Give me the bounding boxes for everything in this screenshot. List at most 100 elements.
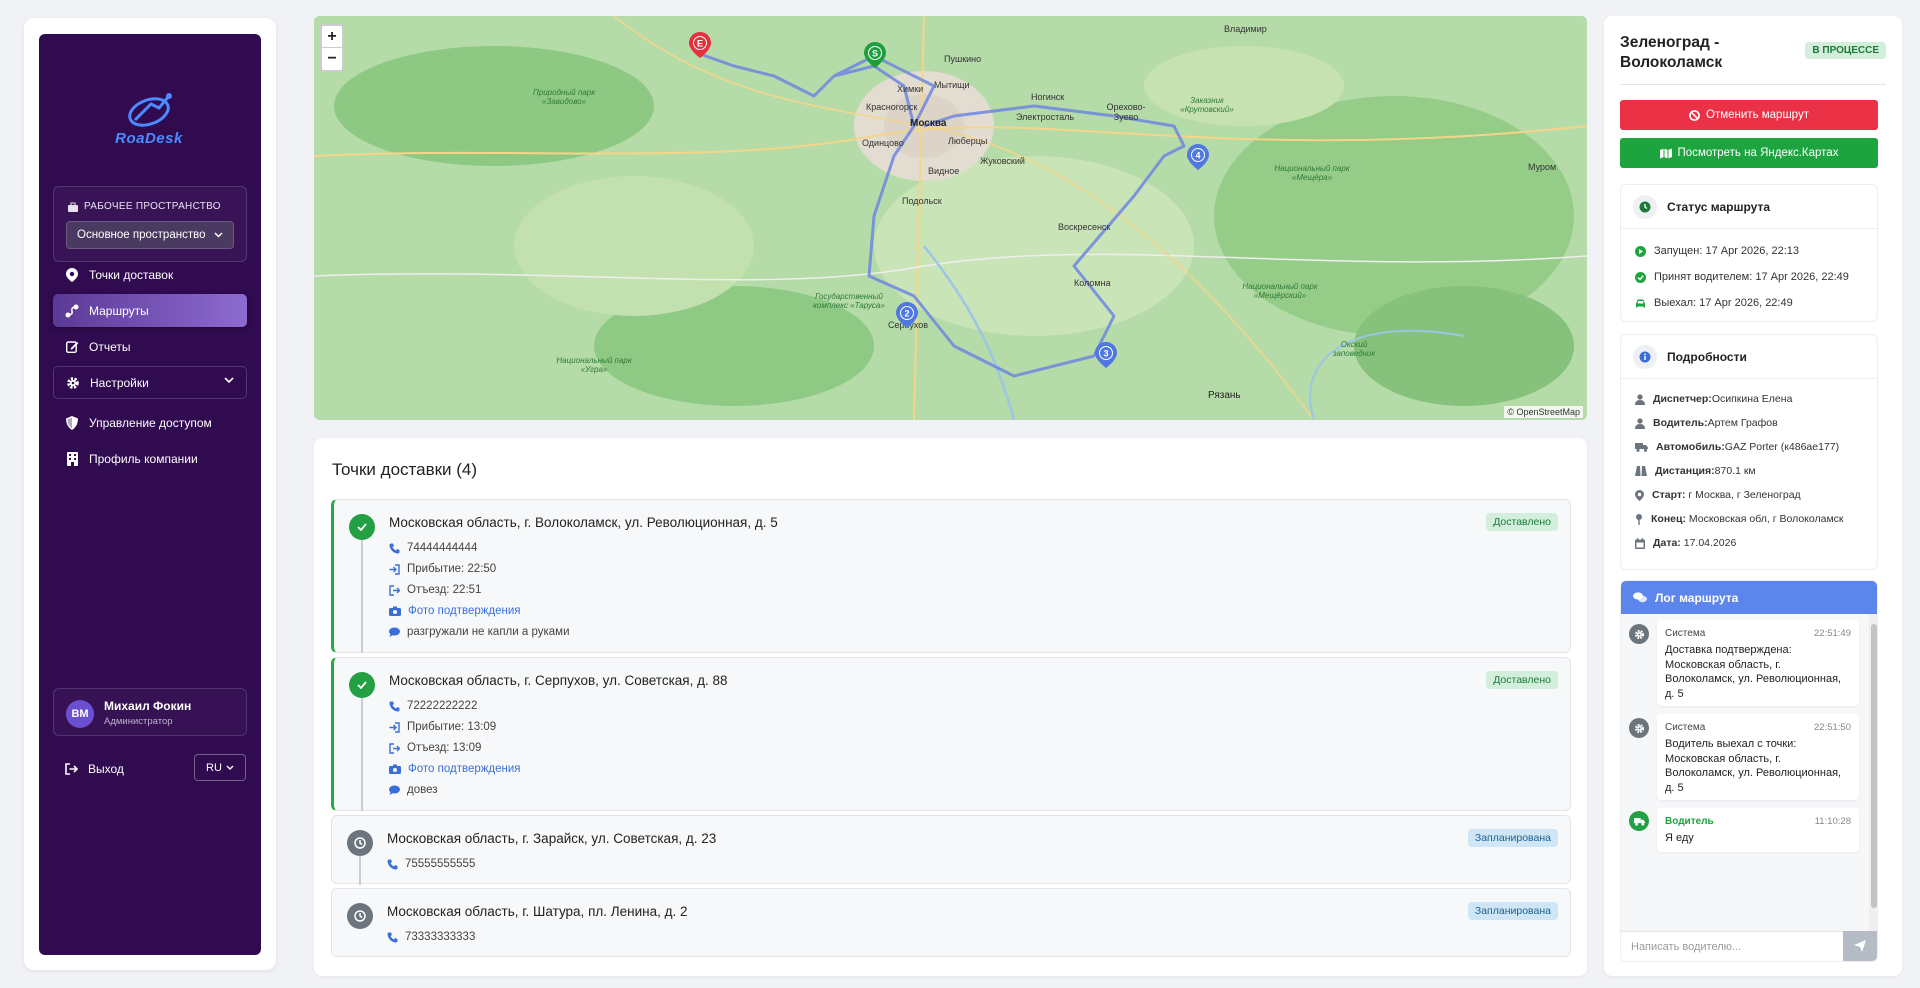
map-label-noginsk: Ногинск <box>1031 92 1065 102</box>
status-badge: Доставлено <box>1486 671 1558 689</box>
shield-icon <box>65 415 79 430</box>
map-label-ryazan: Рязань <box>1208 390 1241 401</box>
point-address: Московская область, г. Зарайск, ул. Сове… <box>387 831 717 846</box>
workspace-select[interactable]: Основное пространство <box>66 221 234 249</box>
photo-confirmation-link[interactable]: Фото подтверждения <box>389 763 521 775</box>
building-icon <box>65 451 79 466</box>
language-select[interactable]: RU <box>194 754 246 781</box>
map-label-krasnogorsk: Красногорск <box>866 102 918 112</box>
detail-date: Дата: 17.04.2026 <box>1635 537 1736 549</box>
message-input[interactable]: Написать водителю... <box>1621 931 1845 961</box>
sidebar-item-access[interactable]: Управление доступом <box>53 406 247 439</box>
sign-out-icon <box>389 584 400 596</box>
zoom-in-button[interactable]: + <box>322 26 342 48</box>
map-marker-3[interactable]: 3 <box>1095 342 1117 368</box>
clock-icon <box>1633 194 1657 219</box>
map-marker-end[interactable]: E <box>689 32 711 58</box>
phone-icon <box>389 543 400 553</box>
car-icon <box>1636 299 1645 307</box>
cancel-route-button[interactable]: Отменить маршрут <box>1620 100 1878 130</box>
pin-icon <box>1636 513 1642 525</box>
send-button[interactable] <box>1843 931 1877 961</box>
route-panel: Зеленоград - Волоколамск В ПРОЦЕССЕ Отме… <box>1604 16 1902 976</box>
point-phone: 72222222222 <box>389 700 477 712</box>
map-label-oksky: Окский заповедник <box>1332 340 1376 358</box>
sidebar-item-company-profile[interactable]: Профиль компании <box>53 442 247 475</box>
point-departure: Отъезд: 22:51 <box>389 584 481 596</box>
point-phone: 75555555555 <box>387 858 475 870</box>
map-label-murom: Муром <box>1528 162 1557 172</box>
user-profile[interactable]: ВМ Михаил Фокин Администратор <box>53 688 247 736</box>
map-label-park-meshchersky: Национальный парк «Мещёрский» <box>1242 282 1318 300</box>
map-marker-4[interactable]: 4 <box>1187 144 1209 170</box>
point-comment: довез <box>389 784 438 796</box>
logout-button[interactable]: Выход <box>65 762 124 776</box>
yandex-maps-button[interactable]: Посмотреть на Яндекс.Картах <box>1620 138 1878 168</box>
delivery-point[interactable]: Московская область, г. Волоколамск, ул. … <box>331 499 1571 653</box>
map-marker-icon <box>1635 489 1644 501</box>
map-zoom-control: + − <box>320 24 344 72</box>
detail-vehicle: Автомобиль:GAZ Porter (к486ае177) <box>1635 441 1839 453</box>
road-icon <box>1635 466 1647 476</box>
briefcase-icon <box>68 202 78 212</box>
point-address: Московская область, г. Волоколамск, ул. … <box>389 515 778 530</box>
edit-icon <box>65 340 79 354</box>
status-badge: Доставлено <box>1486 513 1558 531</box>
map-marker-start[interactable]: S <box>864 42 886 68</box>
map-label-vidnoe: Видное <box>928 166 960 176</box>
camera-icon <box>389 606 401 616</box>
camera-icon <box>389 764 401 774</box>
truck-icon <box>1635 443 1648 452</box>
map-label-odintsovo: Одинцово <box>862 138 904 148</box>
delivery-point[interactable]: Московская область, г. Зарайск, ул. Сове… <box>331 815 1571 885</box>
marker-label: 4 <box>1195 151 1200 161</box>
paper-plane-icon <box>1854 940 1866 952</box>
sidebar-item-routes[interactable]: Маршруты <box>53 294 247 327</box>
detail-driver: Водитель:Артем Графов <box>1635 417 1778 429</box>
map-label-khimki: Химки <box>897 84 924 94</box>
map-label-moscow: Москва <box>910 118 947 129</box>
status-badge: Запланирована <box>1467 902 1558 920</box>
map-label-elektrostal: Электросталь <box>1016 112 1075 122</box>
photo-confirmation-link[interactable]: Фото подтверждения <box>389 605 521 617</box>
map-marker-2[interactable]: 2 <box>896 302 918 328</box>
map-label-mytishchi: Мытищи <box>934 80 970 90</box>
clock-icon <box>347 830 373 856</box>
sidebar-item-settings[interactable]: Настройки <box>53 366 247 399</box>
user-icon <box>1635 417 1645 429</box>
log-scrollbar[interactable] <box>1869 614 1877 932</box>
timeline-line <box>361 540 363 653</box>
route-map[interactable]: + − Владимир Пушкино Химки Мытищи Красно… <box>314 16 1587 420</box>
route-details-header: Подробности <box>1621 335 1877 379</box>
workspace-box: РАБОЧЕЕ ПРОСТРАНСТВО Основное пространст… <box>53 186 247 262</box>
delivery-point[interactable]: Московская область, г. Серпухов, ул. Сов… <box>331 657 1571 811</box>
sign-out-icon <box>389 742 400 754</box>
log-message-time: 11:10:28 <box>1814 816 1851 827</box>
sign-in-icon <box>389 721 400 733</box>
logo-icon <box>128 93 172 127</box>
point-phone: 73333333333 <box>387 931 475 943</box>
app-logo[interactable]: RoaDesk <box>99 86 199 147</box>
status-started: Запущен: 17 Apr 2026, 22:13 <box>1635 245 1799 257</box>
logout-icon <box>65 763 78 775</box>
chevron-down-icon <box>226 765 234 770</box>
map-label-voskresensk: Воскресенск <box>1058 222 1111 232</box>
sidebar-item-delivery-points[interactable]: Точки доставок <box>53 258 247 291</box>
detail-start: Старт: г Москва, г Зеленоград <box>1635 489 1801 501</box>
comment-icon <box>389 627 400 637</box>
avatar: ВМ <box>66 700 94 728</box>
log-scrollbar-thumb[interactable] <box>1871 624 1877 908</box>
delivery-point[interactable]: Московская область, г. Шатура, пл. Ленин… <box>331 888 1571 957</box>
gear-icon <box>66 376 80 390</box>
logo-text: RoaDesk <box>115 130 183 147</box>
map-attribution[interactable]: © OpenStreetMap <box>1504 406 1583 418</box>
sidebar-item-reports[interactable]: Отчеты <box>53 330 247 363</box>
status-accepted: Принят водителем: 17 Apr 2026, 22:49 <box>1635 271 1849 283</box>
marker-label: S <box>872 49 878 59</box>
gear-icon <box>1629 718 1649 738</box>
route-log-messages[interactable]: Система 22:51:49 Доставка подтверждена: … <box>1621 614 1877 932</box>
delivery-points-title: Точки доставки (4) <box>332 460 478 479</box>
map-canvas <box>314 16 1587 420</box>
zoom-out-button[interactable]: − <box>322 48 342 70</box>
user-icon <box>1635 393 1645 405</box>
